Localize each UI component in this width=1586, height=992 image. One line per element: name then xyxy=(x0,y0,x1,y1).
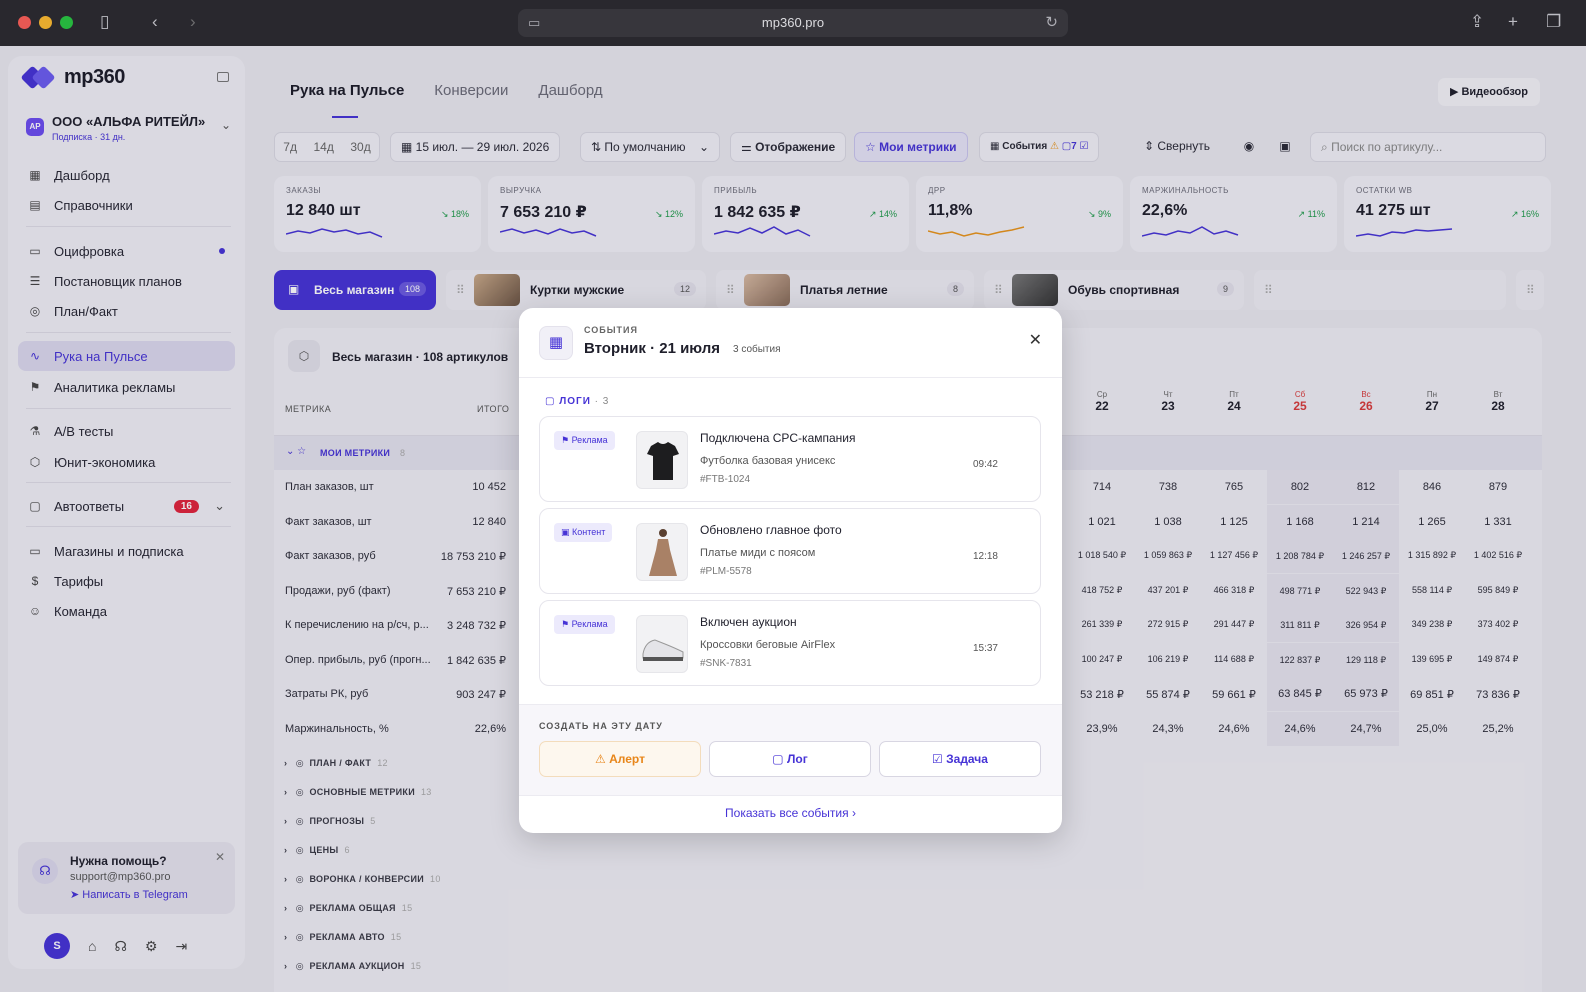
task-label: Задача xyxy=(946,752,988,766)
alert-icon: ⚠ xyxy=(595,752,610,766)
modal-title: Вторник · 21 июля xyxy=(584,340,721,357)
chevron-right-icon: › xyxy=(848,806,856,820)
log-icon: ▢ xyxy=(772,752,787,766)
event-time: 09:42 xyxy=(972,459,998,470)
modal-header: ▦ СОБЫТИЯ Вторник · 21 июля 3 события ✕ xyxy=(519,308,1062,378)
events-count: 3 события xyxy=(733,344,781,355)
event-title: Включен аукцион xyxy=(700,615,797,629)
event-sku: #PLM-5578 xyxy=(700,566,752,577)
product-thumbnail xyxy=(636,431,688,489)
create-section-title: СОЗДАТЬ НА ЭТУ ДАТУ xyxy=(539,721,663,731)
sneaker-icon xyxy=(642,639,684,661)
event-time: 12:18 xyxy=(972,551,998,562)
tshirt-icon xyxy=(647,442,679,480)
flag-icon: ⚑ xyxy=(561,619,572,629)
create-section: СОЗДАТЬ НА ЭТУ ДАТУ ⚠ Алерт ▢ Лог ☑ Зада… xyxy=(519,704,1062,796)
event-product: Платье миди с поясом xyxy=(700,547,816,559)
event-card[interactable]: ⚑ Реклама Включен аукцион Кроссовки бего… xyxy=(539,600,1041,686)
event-sku: #SNK-7831 xyxy=(700,658,752,669)
flag-icon: ⚑ xyxy=(561,435,572,445)
alert-label: Алерт xyxy=(609,752,645,766)
product-thumbnail xyxy=(636,615,688,673)
event-product: Кроссовки беговые AirFlex xyxy=(700,639,836,651)
logs-label: ЛОГИ xyxy=(559,396,591,407)
event-tag: ▣ Контент xyxy=(554,523,613,542)
close-icon[interactable]: ✕ xyxy=(1029,330,1042,350)
log-icon: ▢ xyxy=(545,396,560,407)
event-product: Футболка базовая унисекс xyxy=(700,455,836,467)
create-task-button[interactable]: ☑ Задача xyxy=(879,741,1041,777)
log-label: Лог xyxy=(786,752,808,766)
modal-supertitle: СОБЫТИЯ xyxy=(584,325,638,335)
image-icon: ▣ xyxy=(561,527,573,537)
logs-count: · 3 xyxy=(594,396,610,407)
event-tag-label: Контент xyxy=(572,527,606,537)
logs-section-title: ▢ ЛОГИ · 3 xyxy=(545,396,609,407)
event-title: Подключена CPC-кампания xyxy=(700,431,856,445)
event-tag-label: Реклама xyxy=(571,619,608,629)
event-sku: #FTB-1024 xyxy=(700,474,751,485)
event-card[interactable]: ⚑ Реклама Подключена CPC-кампания Футбол… xyxy=(539,416,1041,502)
event-tag-label: Реклама xyxy=(571,435,608,445)
event-title: Обновлено главное фото xyxy=(700,523,842,537)
task-icon: ☑ xyxy=(932,752,947,766)
event-tag: ⚑ Реклама xyxy=(554,431,615,450)
create-alert-button[interactable]: ⚠ Алерт xyxy=(539,741,701,777)
events-modal: ▦ СОБЫТИЯ Вторник · 21 июля 3 события ✕ … xyxy=(519,308,1062,833)
calendar-icon: ▦ xyxy=(539,326,573,360)
event-time: 15:37 xyxy=(972,643,998,654)
create-log-button[interactable]: ▢ Лог xyxy=(709,741,871,777)
show-all-events-link[interactable]: Показать все события › xyxy=(519,806,1062,820)
event-tag: ⚑ Реклама xyxy=(554,615,615,634)
event-card[interactable]: ▣ Контент Обновлено главное фото Платье … xyxy=(539,508,1041,594)
dress-icon xyxy=(649,529,677,576)
show-all-label: Показать все события xyxy=(725,806,849,820)
product-thumbnail xyxy=(636,523,688,581)
